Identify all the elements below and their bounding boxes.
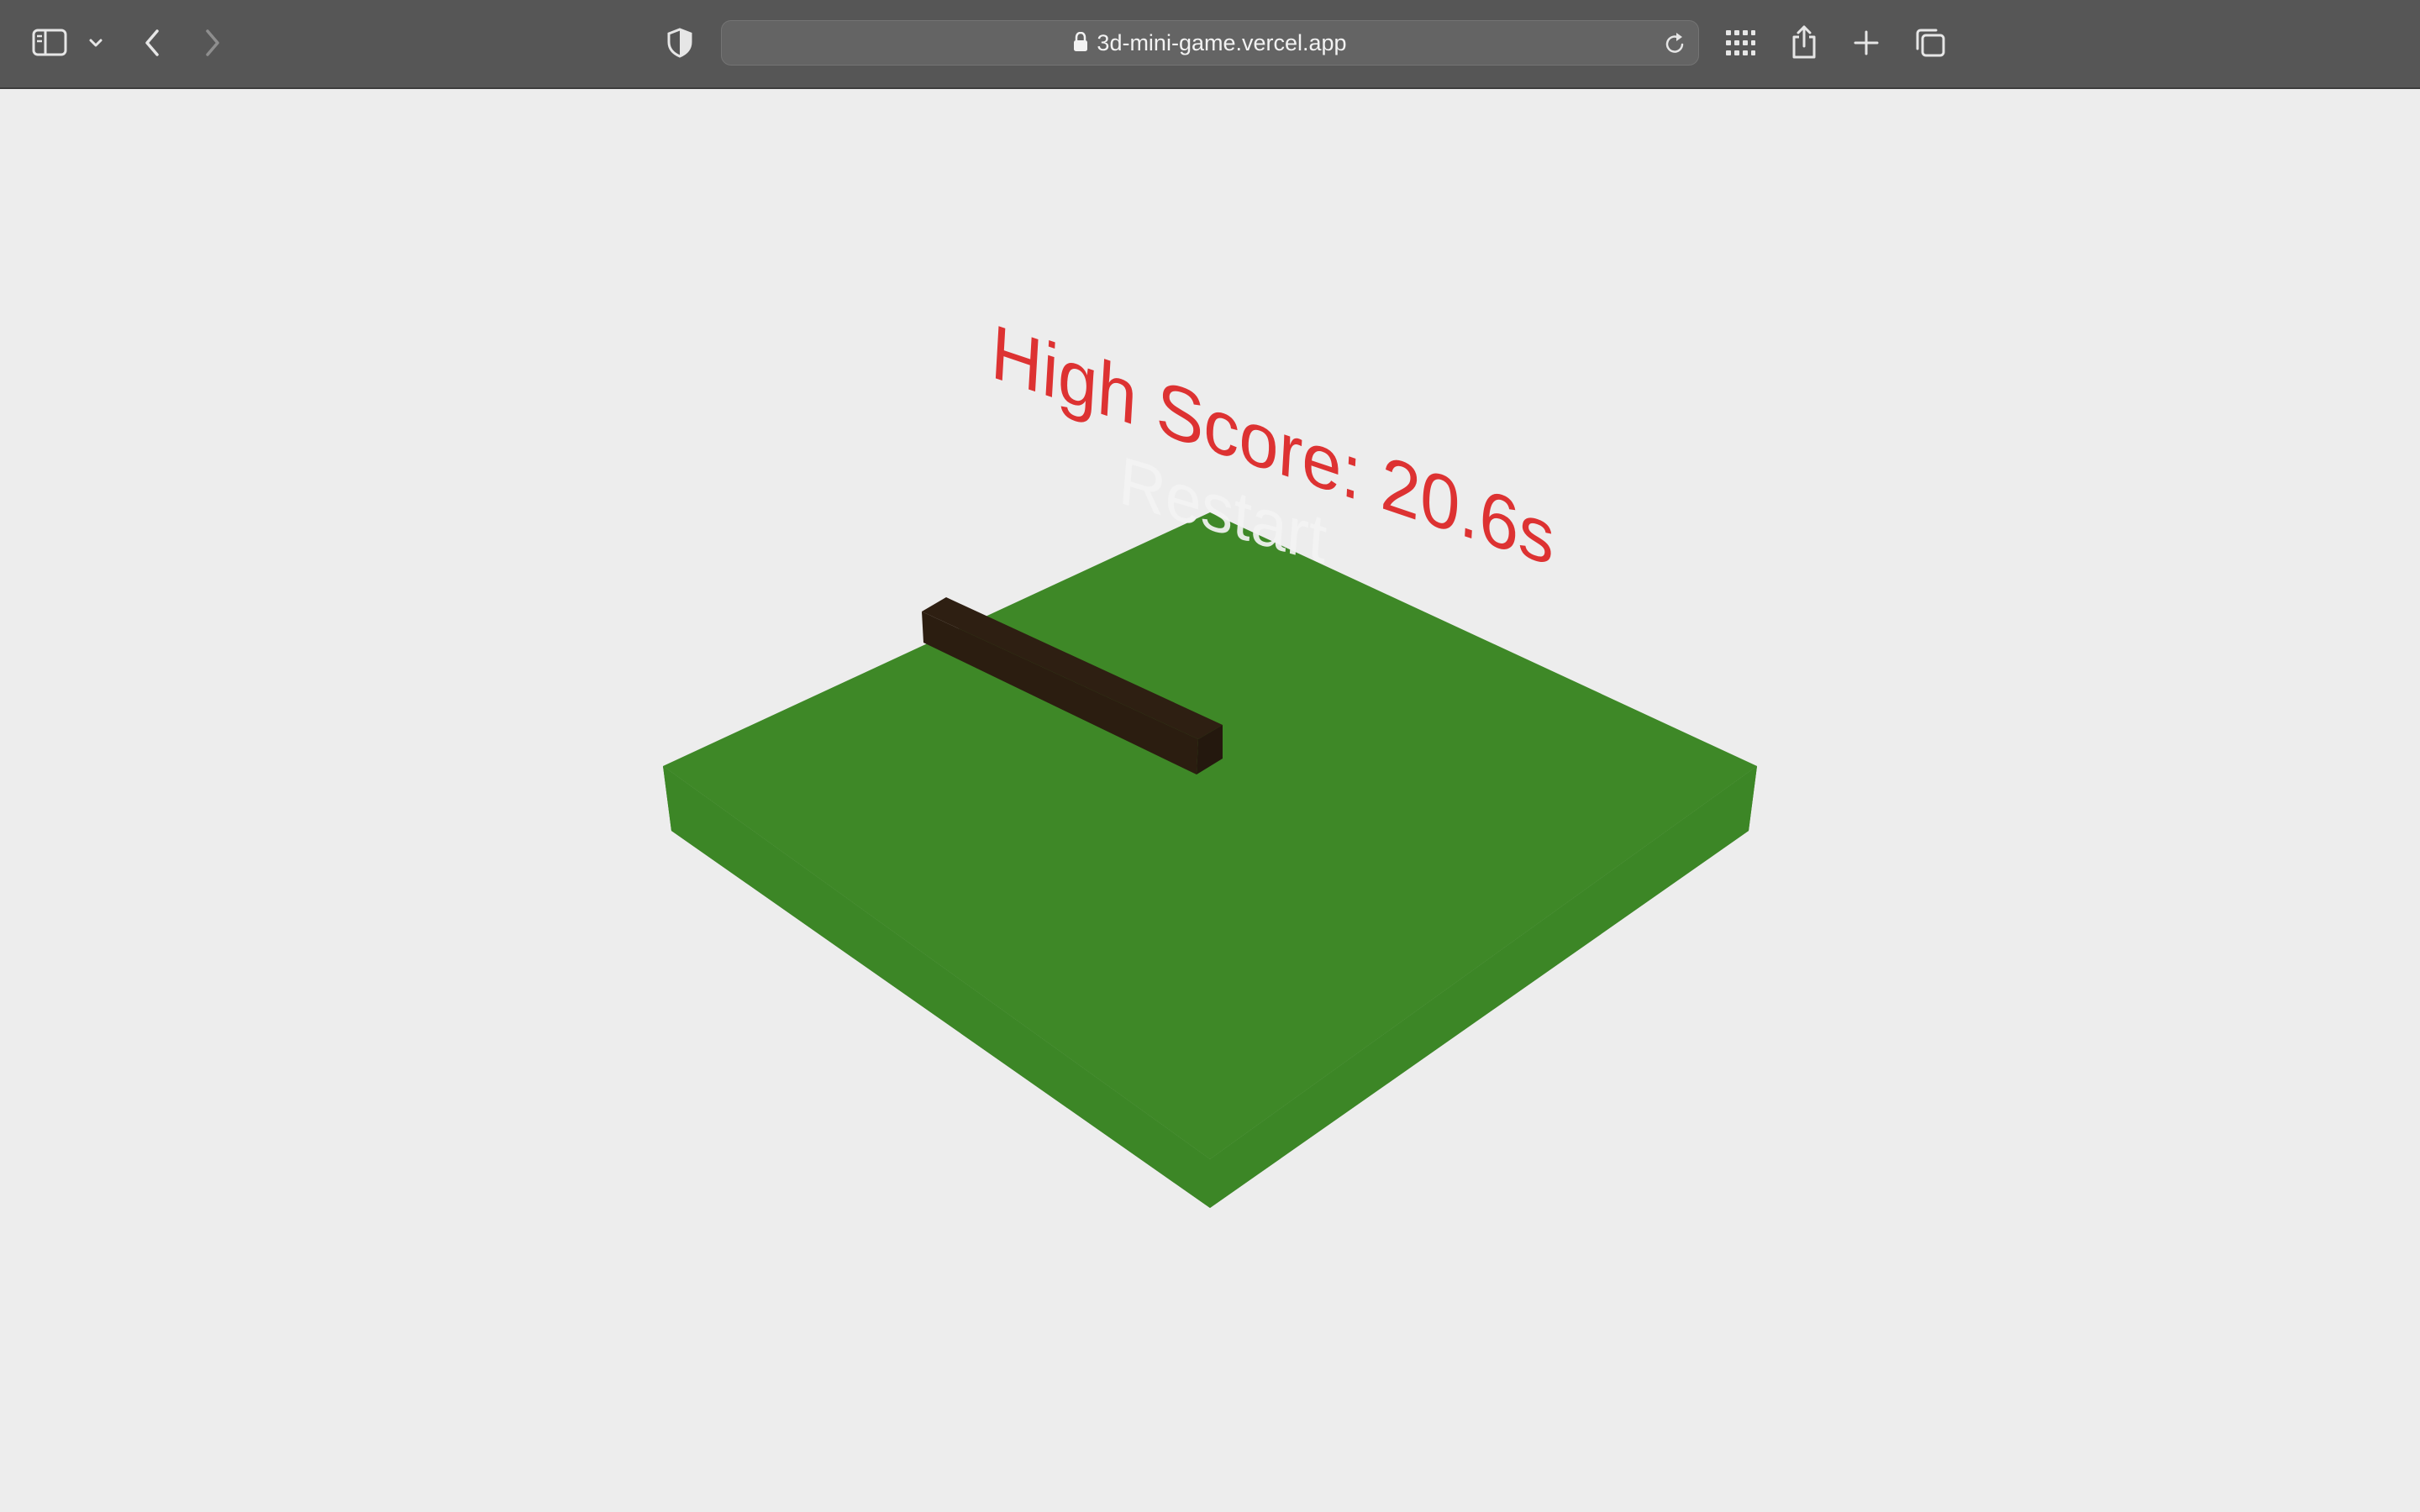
url-display[interactable]: 3d-mini-game.vercel.app xyxy=(722,21,1698,65)
browser-toolbar: 3d-mini-game.vercel.app xyxy=(0,0,2420,89)
game-viewport[interactable]: Restart High Score: 20.6s xyxy=(0,89,2420,1512)
plus-icon[interactable] xyxy=(1852,29,1881,57)
chevron-down-icon[interactable] xyxy=(87,37,104,49)
tabs-overview-icon[interactable] xyxy=(1914,27,1946,59)
lock-icon xyxy=(1074,31,1088,51)
url-text: 3d-mini-game.vercel.app xyxy=(1097,30,1347,55)
sidebar-icon[interactable] xyxy=(32,29,69,57)
share-icon[interactable] xyxy=(1790,24,1818,60)
chevron-left-icon[interactable] xyxy=(141,27,163,59)
reload-icon[interactable] xyxy=(1665,32,1686,55)
ground-top[interactable] xyxy=(663,512,1757,1159)
address-bar[interactable]: 3d-mini-game.vercel.app xyxy=(721,20,1699,66)
chevron-right-icon[interactable] xyxy=(202,27,224,59)
grid-icon[interactable] xyxy=(1724,29,1756,57)
game-scene[interactable]: Restart High Score: 20.6s xyxy=(0,89,2420,1512)
shield-icon[interactable] xyxy=(666,27,694,59)
